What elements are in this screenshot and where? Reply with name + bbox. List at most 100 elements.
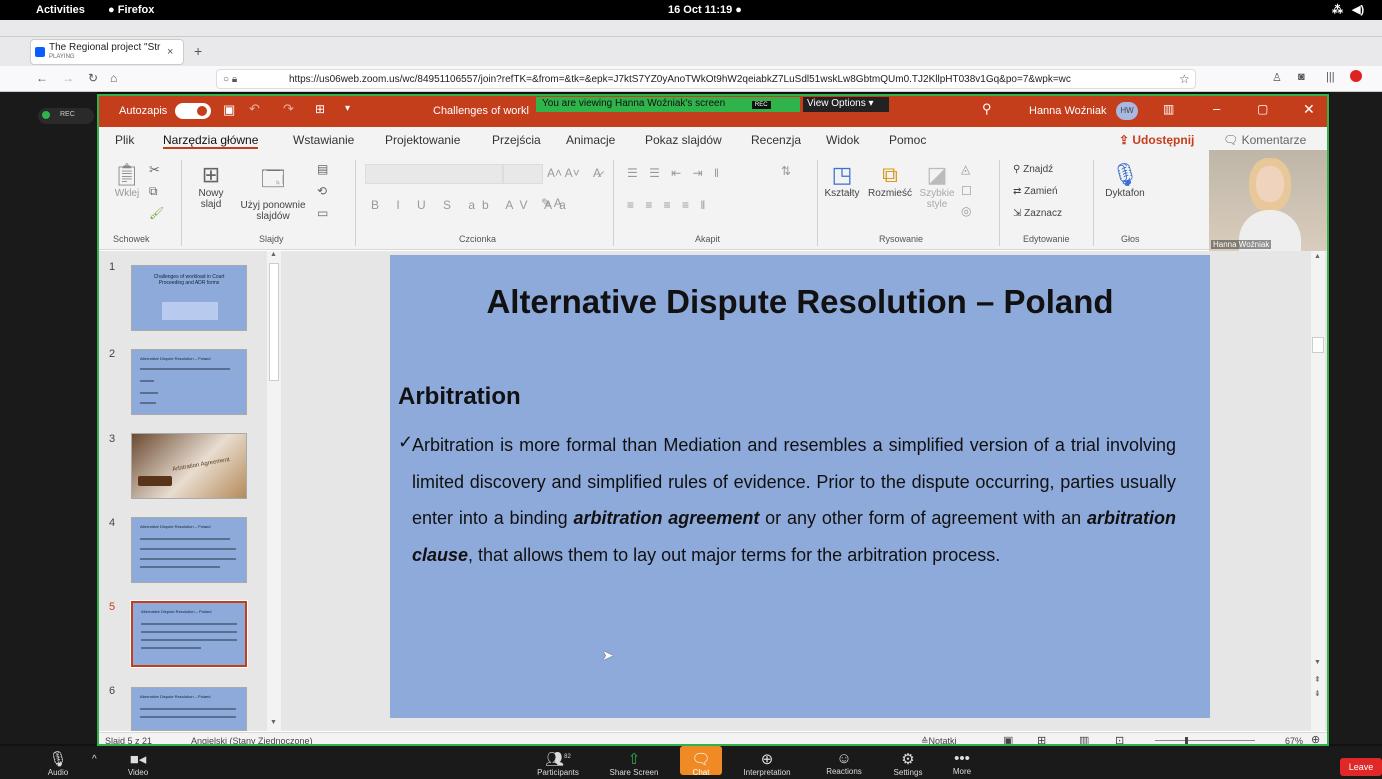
language-indicator[interactable]: Angielski (Stany Zjednoczone) [191,736,313,744]
forward-icon[interactable]: → [62,71,74,85]
reading-view-icon[interactable]: ▥ [1079,734,1089,744]
tab-insert[interactable]: Wstawianie [293,133,354,147]
slide-scrollbar[interactable]: ▲ ▼ ⇞ ⇟ [1311,251,1325,731]
back-icon[interactable]: ← [36,71,48,85]
prev-slide-icon[interactable]: ⇞ [1314,675,1321,684]
scroll-down-icon[interactable]: ▼ [1314,659,1321,666]
customize-qat-icon[interactable]: ▾ [345,103,350,114]
audio-button[interactable]: 🎙︎ Audio [38,750,78,777]
slide-thumbnail-selected[interactable]: Alternative Dispute Resolution – Poland [130,600,248,668]
network-icon[interactable]: ⁂ [1332,3,1343,16]
current-slide[interactable]: Alternative Dispute Resolution – Poland … [390,255,1210,718]
scroll-up-icon[interactable]: ▲ [270,251,277,258]
interpretation-button[interactable]: ⊕ Interpretation [734,750,800,777]
thumb-scrollbar[interactable]: ▲ ▼ [267,251,281,731]
shape-fill-icon[interactable]: ◬ [961,162,970,176]
cut-icon[interactable]: ✂ [149,162,160,178]
home-icon[interactable]: ⌂ [110,71,117,85]
grow-font-icon[interactable]: A˄ A˅ [547,166,580,180]
tab-view[interactable]: Widok [826,133,859,147]
redo-icon[interactable]: ↷ [283,101,294,117]
tab-slideshow[interactable]: Pokaz slajdów [645,133,722,147]
clock[interactable]: 16 Oct 11:19 ● [668,4,742,16]
tab-close-icon[interactable]: × [167,46,173,58]
tab-help[interactable]: Pomoc [889,133,926,147]
leave-button[interactable]: Leave [1340,758,1382,776]
minimize-icon[interactable]: – [1213,101,1220,116]
reset-icon[interactable]: ⟲ [317,184,327,198]
slide-thumbnail[interactable]: Arbitration Agreement [131,433,247,499]
search-icon[interactable]: ⚲ [982,101,992,117]
scroll-up-icon[interactable]: ▲ [1314,253,1321,260]
find-button[interactable]: ⚲ Znajdź [1013,164,1053,175]
firefox-app-menu[interactable]: ● Firefox [108,4,154,16]
audio-options-icon[interactable]: ^ [92,754,97,765]
slide-thumbnail[interactable]: Challenges of workload in Court Proceedi… [131,265,247,331]
tab-design[interactable]: Projektowanie [385,133,460,147]
save-icon[interactable]: ▣ [223,102,235,118]
restore-icon[interactable]: ▢ [1257,102,1268,116]
list-icons[interactable]: ☰ ☰ ⇤ ⇥ ‖ [627,166,723,180]
participant-video[interactable]: Hanna Woźniak [1209,150,1327,252]
next-slide-icon[interactable]: ⇟ [1314,689,1321,698]
comments-button[interactable]: 🗨︎ Komentarze [1223,133,1306,147]
avatar[interactable]: HW [1116,102,1138,120]
activities-button[interactable]: Activities [36,4,85,16]
zoom-level[interactable]: 67% [1285,736,1303,744]
reuse-slides-button[interactable]: 🗔︎ Użyj ponownie slajdów [237,162,309,222]
clear-format-icon[interactable]: A̷ [593,166,601,180]
chat-button[interactable]: 🗨︎ Chat [680,746,722,777]
shape-effects-icon[interactable]: ◎ [961,204,971,218]
account-name[interactable]: Hanna Woźniak [1029,105,1106,117]
quick-styles-button[interactable]: ◪ Szybkie style [917,162,957,210]
sorter-view-icon[interactable]: ⊞ [1037,734,1046,744]
tab-review[interactable]: Recenzja [751,133,801,147]
share-screen-button[interactable]: ⇧ Share Screen [606,750,662,777]
presenter-view-icon[interactable]: ⊡ [1115,734,1124,744]
tab-transitions[interactable]: Przejścia [492,133,541,147]
section-icon[interactable]: ▭ [317,206,328,220]
autosave-toggle[interactable] [175,103,211,119]
select-button[interactable]: ⇲ Zaznacz [1013,208,1062,219]
volume-icon[interactable]: ◀) [1352,3,1364,16]
undo-icon[interactable]: ↶ [249,101,260,117]
replace-button[interactable]: ⇄ Zamień [1013,186,1058,197]
text-direction-icon[interactable]: ⇅ [781,164,791,178]
ribbon-display-icon[interactable]: ▥ [1163,102,1174,116]
copy-icon[interactable]: ⧉ [149,184,158,199]
highlight-icon[interactable]: ✎ A [541,196,562,210]
tab-file[interactable]: Plik [115,133,134,147]
thumb-scrollbar-handle[interactable] [269,263,279,381]
new-slide-button[interactable]: ⊞ Nowy slajd [191,162,231,210]
new-tab-icon[interactable]: + [194,43,202,59]
close-icon[interactable]: ✕ [1303,101,1315,118]
more-button[interactable]: ••• More [942,750,982,776]
video-button[interactable]: ■◂ Video [116,750,160,777]
scroll-down-icon[interactable]: ▼ [270,719,277,726]
slide-thumbnail[interactable]: Alternative Dispute Resolution – Poland [131,517,247,583]
slide-thumbnail[interactable]: Alternative Dispute Resolution – Poland [131,687,247,731]
account-icon[interactable]: ♙ [1272,71,1282,84]
tab-animations[interactable]: Animacje [566,133,615,147]
arrange-button[interactable]: ⧉ Rozmieść [865,162,915,199]
pocket-icon[interactable]: ◙ [1298,71,1305,83]
notes-button[interactable]: ≙Notatki [921,736,957,744]
settings-button[interactable]: ⚙ Settings [882,750,934,777]
shape-outline-icon[interactable]: ☐ [961,184,972,198]
layout-icon[interactable]: ▤ [317,162,328,176]
slide-scrollbar-handle[interactable] [1312,337,1324,353]
font-size-select[interactable] [503,164,543,184]
view-options-button[interactable]: View Options ▾ [803,97,889,112]
slide-thumbnail[interactable]: Alternative Dispute Resolution – Poland [131,349,247,415]
library-icon[interactable]: ||| [1326,71,1335,83]
recording-indicator[interactable]: REC [38,108,94,124]
dictate-button[interactable]: 🎙︎ Dyktafon [1101,162,1149,199]
format-painter-icon[interactable]: 🖌︎ [149,206,164,220]
fit-slide-icon[interactable]: ⊕ [1311,733,1320,744]
reload-icon[interactable]: ↻ [88,71,98,85]
browser-tab[interactable]: The Regional project "Str PLAYING × [30,39,184,65]
bookmark-star-icon[interactable]: ☆ [1179,72,1190,86]
tab-home[interactable]: Narzędzia główne [163,133,259,149]
share-button[interactable]: ⇪ Udostępnij [1119,133,1194,147]
slideshow-icon[interactable]: ⊞ [315,102,325,116]
